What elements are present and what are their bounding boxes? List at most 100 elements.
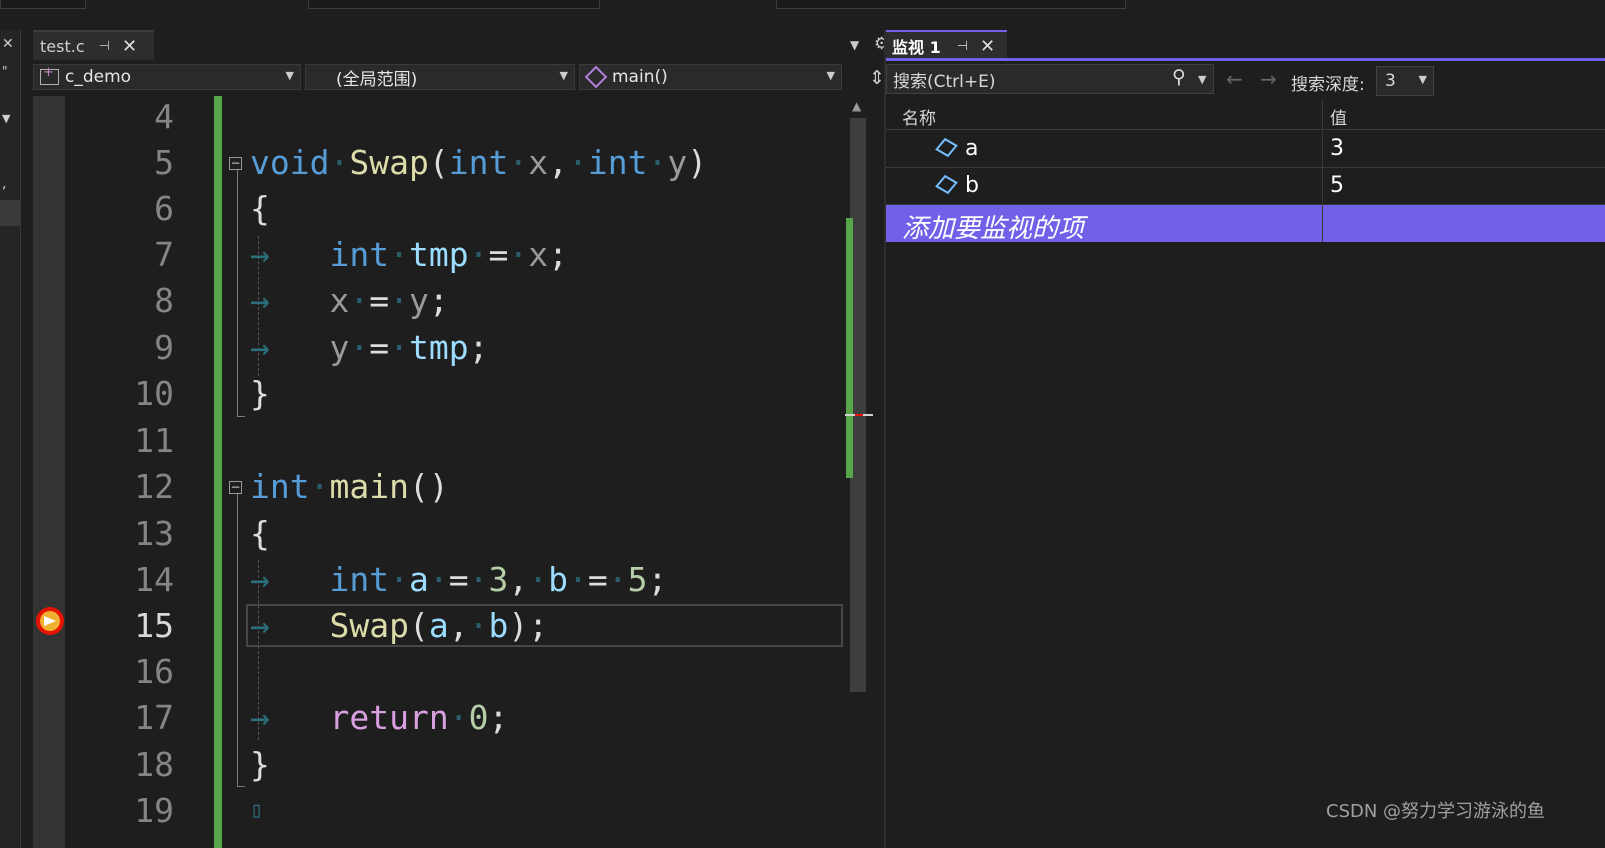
keyword: int [448, 143, 509, 182]
punct: , [448, 606, 469, 645]
toolbar-segment[interactable] [0, 0, 86, 9]
breakpoint-current-statement-icon[interactable] [36, 607, 64, 635]
column-header-name-label: 名称 [902, 109, 936, 129]
brace: { [250, 514, 270, 553]
param: y [667, 143, 688, 182]
watch-1-tab[interactable]: 监视 1 ⊣ ✕ [886, 30, 1007, 60]
local-var: b [548, 560, 568, 599]
code-line-10[interactable]: } [250, 374, 270, 414]
column-header-value-label: 值 [1330, 109, 1347, 129]
chevron-down-icon[interactable]: ▼ [1198, 73, 1206, 86]
code-line-7[interactable]: → int·tmp·=·x; [250, 235, 568, 275]
line-number: 12 [134, 467, 174, 506]
line-number: 5 [154, 143, 174, 182]
watch-row[interactable]: b 5 [886, 168, 1605, 205]
pin-icon[interactable]: ⊣ [99, 39, 110, 54]
variable-icon [935, 137, 958, 158]
pin-icon[interactable]: ⊣ [957, 39, 968, 54]
operator: = [448, 560, 469, 599]
collapse-icon[interactable]: − [229, 157, 242, 170]
function-cube-icon [584, 65, 608, 89]
keyword: int [329, 560, 390, 599]
code-line-8[interactable]: → x·=·y; [250, 281, 449, 321]
toolbar-combo[interactable] [776, 0, 1126, 9]
selected-row[interactable] [0, 200, 20, 226]
code-line-14[interactable]: → int·a·=·3,·b·=·5; [250, 560, 667, 600]
watch-value-cell[interactable]: 5 [1324, 168, 1605, 204]
column-header-name[interactable]: 名称 [886, 100, 1323, 129]
close-tab-icon[interactable]: ✕ [122, 36, 137, 57]
fold-guide-end [237, 786, 245, 787]
search-icon[interactable]: ⚲ [1172, 66, 1186, 88]
chevron-down-icon[interactable]: ▼ [2, 112, 10, 125]
watch-value-cell[interactable]: 3 [1324, 131, 1605, 167]
breakpoint-gutter[interactable] [33, 96, 65, 848]
search-depth-select[interactable]: 3 ▼ [1376, 66, 1434, 96]
scroll-up-arrow-icon[interactable]: ▲ [852, 99, 861, 113]
line-number: 13 [134, 514, 174, 553]
code-line-18[interactable]: } [250, 745, 270, 785]
project-combo-label: c_demo [65, 67, 132, 87]
function-combo-label: main() [612, 67, 668, 87]
number: 3 [488, 560, 509, 599]
code-line-15[interactable]: → Swap(a,·b); [250, 606, 548, 646]
watch-var-value: 3 [1330, 136, 1344, 161]
line-number: 4 [154, 97, 174, 136]
quote-glyph: " [2, 64, 8, 78]
column-header-value[interactable]: 值 [1324, 100, 1605, 129]
line-number: 19 [134, 791, 174, 830]
code-line-19-eof-marker[interactable]: ▯ [250, 791, 263, 831]
code-line-13[interactable]: { [250, 514, 270, 554]
code-line-12[interactable]: int·main() [250, 467, 449, 507]
brace: } [250, 374, 270, 413]
watch-var-name: a [965, 136, 979, 161]
code-line-17[interactable]: → return·0; [250, 698, 508, 738]
add-watch-item-cell[interactable]: 添加要监视的项 [886, 205, 1323, 244]
punct: ( [428, 143, 449, 182]
local-var: tmp [408, 328, 469, 367]
add-watch-item-row[interactable]: 添加要监视的项 [886, 205, 1605, 244]
line-number: 17 [134, 698, 174, 737]
watch-name-cell[interactable]: b [886, 168, 1323, 204]
brace: { [250, 189, 270, 228]
param: x [528, 143, 549, 182]
tab-list-dropdown-icon[interactable]: ▼ [850, 38, 859, 52]
toolbar-combo[interactable] [308, 0, 600, 9]
arrow-right-icon[interactable]: → [1260, 67, 1277, 91]
operator: = [369, 328, 390, 367]
line-number-current: 15 [134, 606, 174, 645]
function-combo[interactable]: main() ▼ [579, 64, 842, 90]
collapse-icon[interactable]: − [229, 481, 242, 494]
close-tab-icon[interactable]: ✕ [980, 36, 995, 57]
code-line-6[interactable]: { [250, 189, 270, 229]
watch-tab-accent-line [886, 58, 1605, 61]
watch-name-cell[interactable]: a [886, 131, 1323, 167]
function-name: Swap [329, 606, 409, 645]
scope-combo[interactable]: (全局范围) ▼ [305, 64, 575, 90]
punct: ; [428, 281, 449, 320]
project-combo[interactable]: c_demo ▼ [33, 64, 301, 90]
watch-row[interactable]: a 3 [886, 131, 1605, 168]
punct: ; [647, 560, 668, 599]
code-line-5[interactable]: void·Swap(int·x,·int·y) [250, 143, 707, 183]
function-name: Swap [349, 143, 429, 182]
chevron-down-icon: ▼ [285, 69, 294, 82]
code-line-9[interactable]: → y·=·tmp; [250, 328, 488, 368]
punct: ; [528, 606, 549, 645]
chevron-down-icon: ▼ [826, 69, 835, 82]
scrollbar-breakpoint-marker [855, 414, 863, 416]
local-var: tmp [408, 235, 469, 274]
split-editor-icon[interactable]: ⇕ [869, 67, 885, 89]
line-number: 11 [134, 421, 174, 460]
punct: ; [488, 698, 509, 737]
watch-header-row: 名称 值 [886, 100, 1605, 130]
editor-tab-test-c[interactable]: test.c ⊣ ✕ [33, 30, 154, 60]
line-number: 18 [134, 745, 174, 784]
top-toolbar-strip [0, 0, 1605, 10]
line-number: 10 [134, 374, 174, 413]
chevron-down-icon: ▼ [1418, 73, 1427, 86]
watch-search-input[interactable]: 搜索(Ctrl+E) [886, 64, 1214, 94]
close-icon[interactable]: ✕ [2, 36, 14, 52]
project-icon [40, 65, 59, 85]
arrow-left-icon[interactable]: ← [1226, 67, 1243, 91]
